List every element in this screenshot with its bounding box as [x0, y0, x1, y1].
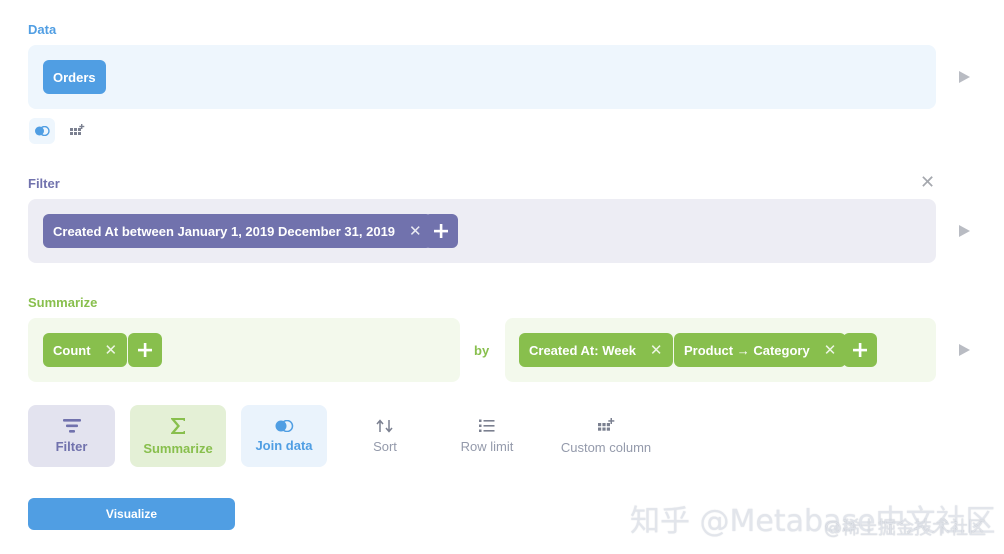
row-limit-action-button[interactable]: Row limit	[447, 405, 527, 467]
join-data-action-button[interactable]: Join data	[241, 405, 327, 467]
summarize-metrics-panel: Count ✕	[28, 318, 460, 382]
plus-icon	[138, 343, 152, 357]
sort-icon	[376, 418, 393, 433]
filter-step-panel: Created At between January 1, 2019 Decem…	[28, 199, 936, 263]
join-data-action-label: Join data	[255, 437, 313, 453]
filter-pill[interactable]: Created At between January 1, 2019 Decem…	[43, 214, 432, 248]
row-limit-action-label: Row limit	[460, 438, 514, 454]
by-label: by	[474, 343, 490, 358]
remove-filter-close-icon[interactable]: ✕	[409, 222, 422, 240]
metric-pill-count[interactable]: Count ✕	[43, 333, 128, 367]
data-step-preview-play-icon[interactable]	[959, 71, 970, 83]
sort-action-button[interactable]: Sort	[350, 405, 420, 467]
visualize-button[interactable]: Visualize	[28, 498, 235, 530]
remove-filter-step-close-icon[interactable]: ✕	[920, 173, 935, 191]
data-step-panel: Orders	[28, 45, 936, 109]
sort-action-label: Sort	[373, 438, 397, 454]
remove-breakout-close-icon[interactable]: ✕	[650, 341, 663, 359]
custom-column-mini-button[interactable]	[64, 118, 90, 144]
summarize-step-preview-play-icon[interactable]	[959, 344, 970, 356]
add-breakout-button[interactable]	[843, 333, 877, 367]
filter-section-label: Filter	[28, 176, 60, 191]
filter-icon	[62, 418, 81, 433]
breakout-pill-product-category[interactable]: Product → Category ✕	[674, 333, 847, 367]
metric-pill-label: Count	[53, 342, 91, 358]
watermark-subtext: @稀土掘金技术社区	[824, 518, 986, 539]
join-icon	[35, 126, 50, 136]
source-table-pill[interactable]: Orders	[43, 60, 106, 94]
plus-icon	[853, 343, 867, 357]
breakout-pill-created-at[interactable]: Created At: Week ✕	[519, 333, 673, 367]
data-section-label: Data	[28, 22, 57, 37]
custom-column-action-label: Custom column	[560, 439, 652, 455]
filter-action-button[interactable]: Filter	[28, 405, 115, 467]
summarize-section-label: Summarize	[28, 295, 98, 310]
breakout-pill-label: Created At: Week	[529, 342, 636, 358]
join-icon	[275, 419, 294, 432]
breakout-pill-label: Product → Category	[684, 342, 810, 358]
filter-step-preview-play-icon[interactable]	[959, 225, 970, 237]
visualize-label: Visualize	[105, 507, 158, 521]
remove-breakout-close-icon[interactable]: ✕	[824, 341, 837, 359]
summarize-action-button[interactable]: Summarize	[130, 405, 226, 467]
plus-icon	[434, 224, 448, 238]
sigma-icon	[171, 417, 185, 434]
add-metric-button[interactable]	[128, 333, 162, 367]
source-table-label: Orders	[53, 69, 96, 85]
summarize-action-label: Summarize	[143, 440, 213, 456]
remove-metric-close-icon[interactable]: ✕	[105, 341, 118, 359]
list-icon	[479, 419, 495, 432]
join-data-mini-button[interactable]	[29, 118, 55, 144]
summarize-breakouts-panel: Created At: Week ✕ Product → Category ✕	[505, 318, 936, 382]
add-filter-button[interactable]	[424, 214, 458, 248]
filter-pill-label: Created At between January 1, 2019 Decem…	[53, 223, 396, 239]
filter-action-label: Filter	[55, 438, 88, 454]
custom-column-icon	[598, 417, 615, 431]
custom-column-icon	[70, 124, 85, 135]
custom-column-action-button[interactable]: Custom column	[550, 405, 662, 467]
